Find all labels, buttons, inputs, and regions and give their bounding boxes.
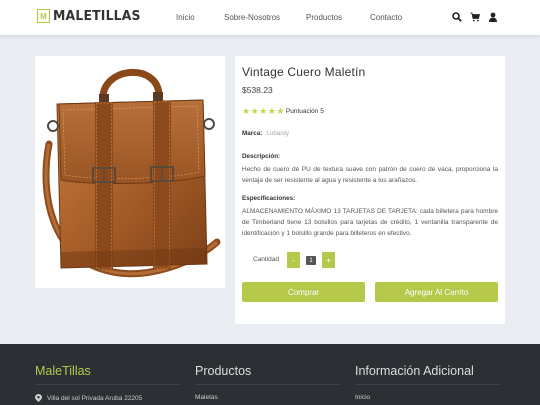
- product-title: Vintage Cuero Maletín: [242, 65, 366, 79]
- quantity-decrease-button[interactable]: -: [287, 252, 300, 268]
- star-icon: ★: [259, 106, 268, 116]
- product-price: $538.23: [242, 85, 273, 95]
- quantity-increase-button[interactable]: +: [322, 252, 335, 268]
- search-icon[interactable]: [452, 12, 462, 22]
- star-icon: ★: [276, 106, 285, 116]
- cart-icon[interactable]: [470, 12, 480, 22]
- user-icon[interactable]: [488, 12, 498, 22]
- footer-column-info: Información Adicional Inicio: [355, 364, 500, 401]
- product-image-card: [35, 56, 225, 288]
- footer-address: Villa del sol Privada Aruba 22205: [35, 394, 180, 402]
- logo[interactable]: M MALETILLAS: [37, 8, 148, 24]
- specs-text: ALMACENAMIENTO MÁXIMO 13 TARJETAS DE TAR…: [242, 208, 498, 237]
- footer-link-maletas[interactable]: Maletas: [195, 394, 340, 401]
- rating: ★ ★ ★ ★ ★ Puntuación 5: [242, 107, 324, 116]
- quantity-value[interactable]: 1: [306, 256, 316, 265]
- rating-label: Puntuación 5: [285, 108, 324, 115]
- specs-label: Especificaciones:: [242, 195, 296, 202]
- description-text: Hecho de cuero de PU de textura suave co…: [242, 166, 498, 184]
- brand-row: Marca: Lubardy: [242, 130, 289, 137]
- nav-link-contacto[interactable]: Contacto: [370, 13, 402, 22]
- star-icon: ★: [267, 106, 276, 116]
- footer-address-text: Villa del sol Privada Aruba 22205: [47, 394, 143, 402]
- product-image: [42, 69, 221, 277]
- top-navbar: M MALETILLAS Inicio Sobre-Nosotros Produ…: [0, 0, 540, 35]
- quantity-label: Cantidad: [253, 256, 280, 263]
- brand-value: Lubardy: [266, 130, 290, 137]
- product-details-card: Vintage Cuero Maletín $538.23 ★ ★ ★ ★ ★ …: [235, 56, 505, 324]
- nav-link-inicio[interactable]: Inicio: [176, 13, 195, 22]
- brand-label: Marca:: [242, 130, 263, 137]
- footer-column-products: Productos Maletas: [195, 364, 340, 401]
- logo-text: MALETILLAS: [53, 8, 141, 24]
- nav-link-sobre-nosotros[interactable]: Sobre-Nosotros: [224, 13, 280, 22]
- logo-mark: M: [37, 9, 50, 23]
- footer-info-title: Información Adicional: [355, 364, 500, 385]
- footer: MaleTillas Villa del sol Privada Aruba 2…: [0, 344, 540, 405]
- footer-products-title: Productos: [195, 364, 340, 385]
- footer-column-brand: MaleTillas Villa del sol Privada Aruba 2…: [35, 364, 180, 402]
- footer-brand-title: MaleTillas: [35, 364, 180, 385]
- nav-link-productos[interactable]: Productos: [306, 13, 342, 22]
- description-label: Descripción:: [242, 153, 281, 160]
- star-icon: ★: [250, 106, 259, 116]
- buy-button[interactable]: Comprar: [242, 282, 365, 302]
- add-to-cart-button[interactable]: Agregar Al Carrito: [375, 282, 498, 302]
- footer-link-inicio[interactable]: Inicio: [355, 394, 500, 401]
- star-icon: ★: [242, 106, 251, 116]
- map-pin-icon: [35, 394, 42, 402]
